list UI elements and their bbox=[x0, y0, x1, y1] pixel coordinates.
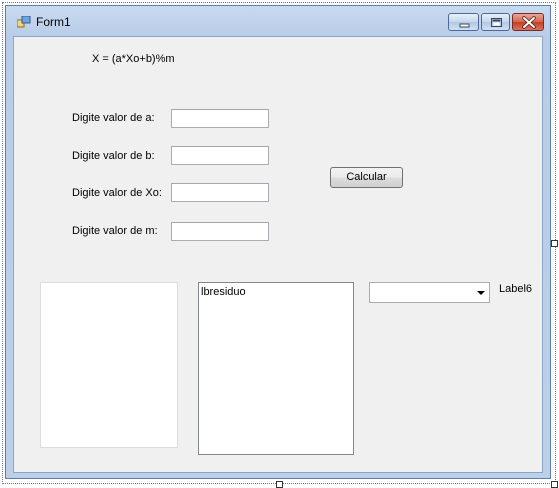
formula-label: X = (a*Xo+b)%m bbox=[92, 53, 175, 65]
resize-handle-bottom[interactable] bbox=[276, 481, 283, 488]
minimize-button[interactable] bbox=[448, 13, 479, 31]
designer-surface: Form1 X = (a*Xo+b)%m Digite valor de a: … bbox=[0, 0, 559, 488]
close-button[interactable] bbox=[512, 13, 544, 31]
input-m[interactable] bbox=[171, 222, 269, 241]
listbox-residuo[interactable]: lbresiduo bbox=[198, 282, 354, 455]
list-item[interactable]: lbresiduo bbox=[201, 286, 246, 298]
input-xo[interactable] bbox=[171, 183, 269, 202]
label-a: Digite valor de a: bbox=[72, 112, 155, 124]
listbox-results[interactable] bbox=[40, 282, 178, 448]
chevron-down-icon[interactable] bbox=[477, 291, 485, 295]
input-b[interactable] bbox=[171, 146, 269, 165]
resize-handle-corner[interactable] bbox=[551, 481, 558, 488]
label-b: Digite valor de b: bbox=[72, 150, 155, 162]
maximize-button[interactable] bbox=[481, 13, 510, 31]
form-client-area: X = (a*Xo+b)%m Digite valor de a: Digite… bbox=[13, 36, 543, 473]
label-xo: Digite valor de Xo: bbox=[72, 187, 162, 199]
title-bar[interactable]: Form1 bbox=[6, 6, 550, 36]
close-icon bbox=[522, 16, 536, 29]
form-app-icon bbox=[16, 15, 31, 28]
input-a[interactable] bbox=[171, 109, 269, 128]
combobox[interactable] bbox=[369, 282, 490, 303]
label-m: Digite valor de m: bbox=[72, 225, 158, 237]
minimize-icon bbox=[459, 23, 470, 28]
label6: Label6 bbox=[499, 283, 533, 295]
maximize-icon bbox=[491, 18, 502, 27]
calculate-button[interactable]: Calcular bbox=[330, 167, 403, 188]
resize-handle-right[interactable] bbox=[551, 240, 558, 247]
form-window: Form1 X = (a*Xo+b)%m Digite valor de a: … bbox=[5, 5, 551, 479]
window-title: Form1 bbox=[36, 15, 71, 29]
